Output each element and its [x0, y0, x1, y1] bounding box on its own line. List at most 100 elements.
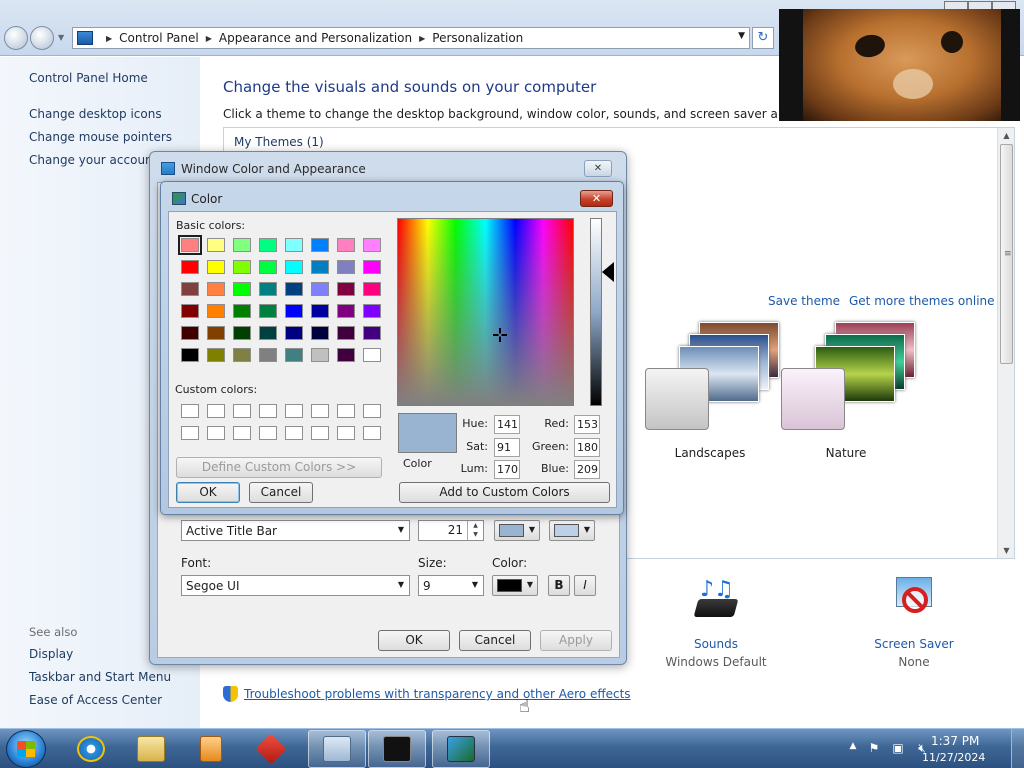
basic-color-swatch[interactable] — [207, 348, 225, 362]
basic-color-swatch[interactable] — [311, 326, 329, 340]
get-more-themes-link[interactable]: Get more themes online — [849, 294, 995, 308]
breadcrumb-personalization[interactable]: Personalization — [432, 31, 523, 45]
basic-color-swatch[interactable] — [233, 260, 251, 274]
theme-nature[interactable] — [781, 316, 915, 441]
font-select[interactable]: Segoe UI ▼ — [181, 575, 410, 596]
luminosity-arrow-icon[interactable] — [602, 262, 614, 282]
item-size-stepper[interactable]: 21 ▲ ▼ — [418, 520, 484, 541]
taskbar-command-prompt[interactable] — [368, 730, 426, 768]
action-center-flag-icon[interactable]: ⚑ — [866, 741, 882, 757]
basic-color-swatch[interactable] — [285, 238, 303, 252]
close-icon[interactable]: ✕ — [584, 160, 612, 177]
basic-color-swatch[interactable] — [207, 238, 225, 252]
basic-color-swatch[interactable] — [337, 304, 355, 318]
sounds-setting[interactable]: ♪♫ Sounds Windows Default — [651, 577, 781, 669]
blue-input[interactable]: 209 — [574, 460, 600, 479]
basic-color-swatch[interactable] — [259, 282, 277, 296]
basic-color-swatch[interactable] — [233, 326, 251, 340]
basic-color-swatch[interactable] — [311, 238, 329, 252]
basic-color-swatch[interactable] — [207, 260, 225, 274]
basic-color-swatch[interactable] — [259, 238, 277, 252]
control-panel-home-link[interactable]: Control Panel Home — [29, 71, 148, 85]
basic-color-swatch[interactable] — [363, 348, 381, 362]
cancel-button[interactable]: Cancel — [459, 630, 531, 651]
sat-input[interactable]: 91 — [494, 438, 520, 457]
custom-color-swatch[interactable] — [337, 404, 355, 418]
basic-color-swatch[interactable] — [363, 282, 381, 296]
color1-button[interactable]: ▼ — [494, 520, 540, 541]
custom-color-swatch[interactable] — [363, 426, 381, 440]
basic-color-swatch[interactable] — [285, 282, 303, 296]
italic-button[interactable]: I — [574, 575, 596, 596]
basic-color-swatch[interactable] — [178, 235, 202, 255]
screen-saver-link[interactable]: Screen Saver — [849, 637, 979, 651]
basic-color-swatch[interactable] — [311, 304, 329, 318]
recent-pages-dropdown-icon[interactable]: ▼ — [58, 33, 64, 42]
basic-color-swatch[interactable] — [233, 304, 251, 318]
back-button[interactable] — [4, 26, 28, 50]
taskbar-ie[interactable] — [62, 730, 120, 768]
change-account-picture-link[interactable]: Change your account p — [29, 153, 169, 167]
custom-color-swatch[interactable] — [207, 404, 225, 418]
scroll-thumb[interactable]: ≡ — [1000, 144, 1013, 364]
define-custom-colors-button[interactable]: Define Custom Colors >> — [176, 457, 382, 478]
breadcrumb-separator-icon[interactable]: ▶ — [206, 34, 212, 43]
custom-color-swatch[interactable] — [363, 404, 381, 418]
show-hidden-icons-icon[interactable]: ▲ — [845, 741, 861, 757]
basic-color-swatch[interactable] — [233, 238, 251, 252]
custom-color-swatch[interactable] — [337, 426, 355, 440]
breadcrumb-separator-icon[interactable]: ▶ — [419, 34, 425, 43]
basic-color-swatch[interactable] — [285, 348, 303, 362]
taskbar-personalization[interactable] — [432, 730, 490, 768]
address-bar[interactable]: ▶ Control Panel ▶ Appearance and Persona… — [72, 27, 750, 49]
custom-color-swatch[interactable] — [233, 404, 251, 418]
basic-color-swatch[interactable] — [337, 282, 355, 296]
add-to-custom-colors-button[interactable]: Add to Custom Colors — [399, 482, 610, 503]
basic-color-swatch[interactable] — [259, 304, 277, 318]
custom-color-swatch[interactable] — [259, 404, 277, 418]
color-cancel-button[interactable]: Cancel — [249, 482, 313, 503]
font-color-button[interactable]: ▼ — [492, 575, 538, 596]
basic-color-swatch[interactable] — [181, 282, 199, 296]
theme-label-nature[interactable]: Nature — [781, 446, 911, 460]
basic-color-swatch[interactable] — [207, 304, 225, 318]
ease-of-access-link[interactable]: Ease of Access Center — [29, 693, 162, 707]
taskbar-explorer[interactable] — [122, 730, 180, 768]
start-button[interactable] — [6, 730, 46, 768]
color2-button[interactable]: ▼ — [549, 520, 595, 541]
basic-color-swatch[interactable] — [285, 260, 303, 274]
breadcrumb-appearance[interactable]: Appearance and Personalization — [219, 31, 412, 45]
basic-color-swatch[interactable] — [259, 260, 277, 274]
basic-color-swatch[interactable] — [337, 348, 355, 362]
scroll-up-icon[interactable]: ▲ — [998, 131, 1015, 140]
custom-color-swatch[interactable] — [259, 426, 277, 440]
custom-color-swatch[interactable] — [311, 404, 329, 418]
basic-color-swatch[interactable] — [259, 348, 277, 362]
custom-color-swatch[interactable] — [181, 426, 199, 440]
basic-color-swatch[interactable] — [259, 326, 277, 340]
color-ok-button[interactable]: OK — [176, 482, 240, 503]
troubleshoot-aero[interactable]: Troubleshoot problems with transparency … — [223, 686, 631, 702]
save-theme-link[interactable]: Save theme — [768, 294, 840, 308]
scroll-down-icon[interactable]: ▼ — [998, 546, 1015, 555]
basic-color-swatch[interactable] — [285, 304, 303, 318]
basic-color-swatch[interactable] — [233, 282, 251, 296]
basic-color-swatch[interactable] — [285, 326, 303, 340]
basic-color-swatch[interactable] — [363, 238, 381, 252]
close-icon[interactable]: ✕ — [580, 190, 613, 207]
basic-color-swatch[interactable] — [311, 260, 329, 274]
refresh-button[interactable]: ↻ — [752, 27, 774, 49]
basic-color-swatch[interactable] — [181, 326, 199, 340]
basic-color-swatch[interactable] — [233, 348, 251, 362]
taskbar-control-panel[interactable] — [308, 730, 366, 768]
screen-saver-setting[interactable]: Screen Saver None — [849, 577, 979, 669]
crosshair-icon[interactable] — [493, 328, 507, 342]
basic-color-swatch[interactable] — [337, 238, 355, 252]
hue-input[interactable]: 141 — [494, 415, 520, 434]
theme-label-landscapes[interactable]: Landscapes — [645, 446, 775, 460]
basic-color-swatch[interactable] — [181, 348, 199, 362]
luminosity-slider[interactable] — [590, 218, 602, 406]
custom-color-swatch[interactable] — [285, 404, 303, 418]
change-mouse-pointers-link[interactable]: Change mouse pointers — [29, 130, 172, 144]
ok-button[interactable]: OK — [378, 630, 450, 651]
